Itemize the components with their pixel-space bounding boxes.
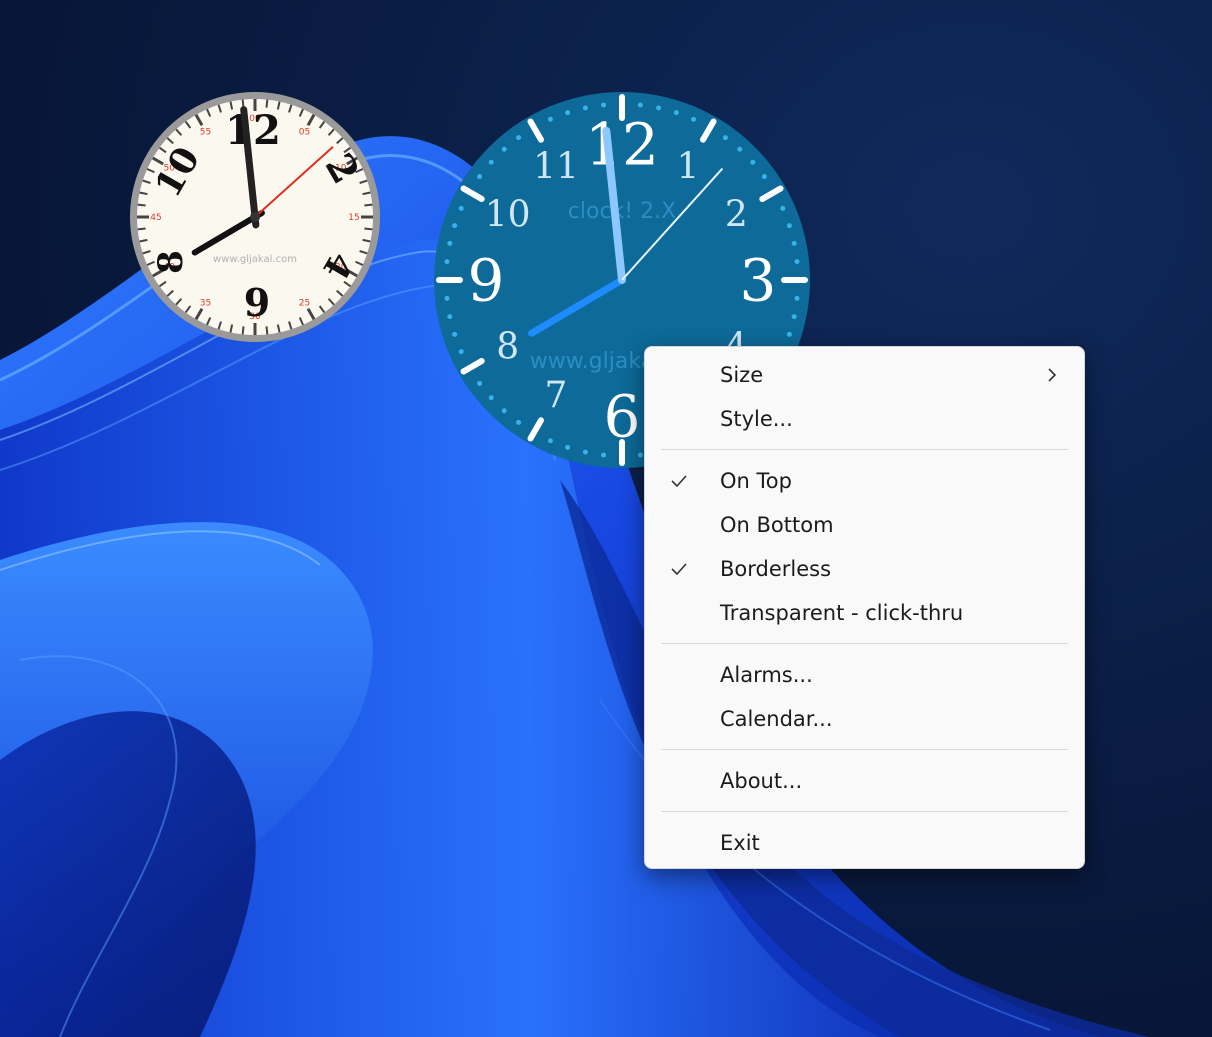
classic-minute-label: 15 xyxy=(348,213,359,223)
blue-minute-tick xyxy=(786,331,792,337)
menu-item-size[interactable]: Size xyxy=(645,353,1084,397)
blue-minute-tick xyxy=(444,295,450,301)
menu-item-on-top[interactable]: On Top xyxy=(645,459,1084,503)
blue-numeral-7: 7 xyxy=(545,375,568,416)
classic-numeral-9: 9 xyxy=(244,280,270,325)
checkmark-icon xyxy=(669,547,689,591)
classic-tick xyxy=(137,203,146,207)
menu-item-about[interactable]: About... xyxy=(645,759,1084,803)
blue-numeral-6: 6 xyxy=(604,382,641,450)
blue-minute-tick xyxy=(794,259,800,265)
menu-item-borderless[interactable]: Borderless xyxy=(645,547,1084,591)
blue-minute-tick xyxy=(722,135,728,141)
blue-clock-title-watermark: clock! 2.X xyxy=(568,199,676,224)
chevron-right-icon xyxy=(1044,353,1060,397)
blue-numeral-8: 8 xyxy=(496,327,519,368)
blue-numeral-9: 9 xyxy=(468,246,505,314)
blue-minute-tick xyxy=(780,205,786,211)
blue-minute-tick xyxy=(761,174,767,180)
blue-minute-tick xyxy=(447,240,453,246)
blue-minute-tick xyxy=(447,314,453,320)
blue-minute-tick xyxy=(516,135,522,141)
menu-item-exit[interactable]: Exit xyxy=(645,821,1084,865)
blue-minute-tick xyxy=(452,223,458,229)
blue-minute-tick xyxy=(582,449,588,455)
classic-minute-label: 45 xyxy=(150,213,161,223)
blue-minute-tick xyxy=(477,174,483,180)
menu-item-calendar[interactable]: Calendar... xyxy=(645,697,1084,741)
blue-minute-tick xyxy=(565,110,571,116)
classic-numeral-12: 12 xyxy=(225,107,281,154)
blue-numeral-11: 11 xyxy=(533,146,579,187)
blue-minute-tick xyxy=(601,452,607,458)
menu-item-transparent[interactable]: Transparent - click-thru xyxy=(645,591,1084,635)
blue-minute-tick xyxy=(750,159,756,165)
blue-minute-tick xyxy=(637,452,643,458)
blue-minute-tick xyxy=(501,146,507,152)
blue-minute-tick xyxy=(458,349,464,355)
blue-minute-tick xyxy=(488,395,494,401)
classic-numeral-8: 8 xyxy=(151,250,191,274)
blue-minute-tick xyxy=(794,295,800,301)
context-menu: Size Style... On Top On Bottom Borderles… xyxy=(644,346,1085,869)
menu-item-calendar-label: Calendar... xyxy=(720,707,833,731)
blue-minute-tick xyxy=(601,102,607,108)
menu-item-alarms[interactable]: Alarms... xyxy=(645,653,1084,697)
menu-item-on-bottom-label: On Bottom xyxy=(720,513,834,537)
menu-item-style[interactable]: Style... xyxy=(645,397,1084,441)
blue-numeral-2: 2 xyxy=(725,195,748,236)
classic-tick xyxy=(364,203,373,207)
blue-minute-tick xyxy=(488,159,494,165)
menu-item-style-label: Style... xyxy=(720,407,793,431)
blue-minute-tick xyxy=(565,444,571,450)
classic-minute-label: 25 xyxy=(299,299,310,309)
blue-minute-tick xyxy=(691,116,697,122)
blue-minute-tick xyxy=(673,110,679,116)
classic-tick xyxy=(241,326,245,335)
blue-minute-tick xyxy=(791,314,797,320)
menu-item-on-top-label: On Top xyxy=(720,469,792,493)
blue-minute-tick xyxy=(547,438,553,444)
classic-tick xyxy=(265,326,269,335)
menu-separator xyxy=(661,449,1068,450)
blue-numeral-10: 10 xyxy=(485,195,531,236)
menu-item-on-bottom[interactable]: On Bottom xyxy=(645,503,1084,547)
menu-item-transparent-label: Transparent - click-thru xyxy=(720,601,964,625)
blue-minute-tick xyxy=(516,419,522,425)
checkmark-icon xyxy=(669,459,689,503)
menu-separator xyxy=(661,811,1068,812)
classic-clock[interactable]: 000510152025303540455055 12 2 4 9 8 10 w… xyxy=(128,90,382,344)
blue-numeral-12: 12 xyxy=(585,110,659,178)
blue-minute-tick xyxy=(444,259,450,265)
blue-minute-tick xyxy=(737,146,743,152)
menu-item-borderless-label: Borderless xyxy=(720,557,832,581)
blue-numeral-1: 1 xyxy=(677,146,700,187)
blue-minute-tick xyxy=(501,408,507,414)
blue-minute-tick xyxy=(637,102,643,108)
blue-minute-tick xyxy=(452,331,458,337)
blue-numeral-3: 3 xyxy=(740,246,777,314)
menu-separator xyxy=(661,643,1068,644)
classic-minute-label: 05 xyxy=(299,127,310,137)
classic-minute-label: 35 xyxy=(200,299,211,309)
blue-minute-tick xyxy=(791,240,797,246)
blue-minute-tick xyxy=(547,116,553,122)
classic-clock-pivot xyxy=(250,212,260,222)
menu-item-exit-label: Exit xyxy=(720,831,760,855)
classic-tick xyxy=(364,227,373,231)
menu-item-size-label: Size xyxy=(720,363,764,387)
blue-minute-tick xyxy=(786,223,792,229)
menu-item-alarms-label: Alarms... xyxy=(720,663,813,687)
classic-tick xyxy=(137,227,146,231)
classic-minute-label: 55 xyxy=(200,127,211,137)
classic-clock-watermark: www.gljakal.com xyxy=(213,254,297,265)
menu-item-about-label: About... xyxy=(720,769,803,793)
blue-minute-tick xyxy=(477,380,483,386)
menu-separator xyxy=(661,749,1068,750)
blue-minute-tick xyxy=(458,205,464,211)
